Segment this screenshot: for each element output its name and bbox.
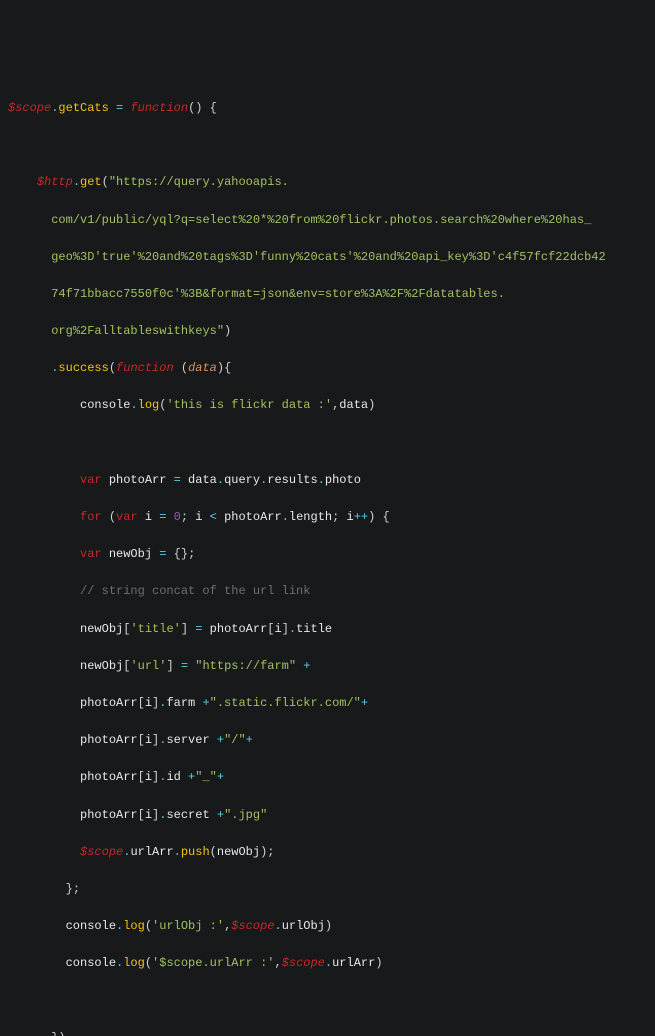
- code-line: [8, 136, 647, 155]
- code-line: // string concat of the url link: [8, 582, 647, 601]
- code-line: newObj['title'] = photoArr[i].title: [8, 620, 647, 639]
- code-line: 74f71bbacc7550f0c'%3B&format=json&env=st…: [8, 285, 647, 304]
- code-line: for (var i = 0; i < photoArr.length; i++…: [8, 508, 647, 527]
- code-line: $http.get("https://query.yahooapis.: [8, 173, 647, 192]
- code-line: $scope.urlArr.push(newObj);: [8, 843, 647, 862]
- code-line: console.log('urlObj :',$scope.urlObj): [8, 917, 647, 936]
- code-line: geo%3D'true'%20and%20tags%3D'funny%20cat…: [8, 248, 647, 267]
- code-line: }): [8, 1029, 647, 1036]
- scope-var: $scope: [8, 101, 51, 115]
- code-line: var photoArr = data.query.results.photo: [8, 471, 647, 490]
- method-getCats: getCats: [58, 101, 108, 115]
- code-line: [8, 434, 647, 453]
- code-line: newObj['url'] = "https://farm" +: [8, 657, 647, 676]
- code-line: org%2Falltableswithkeys"): [8, 322, 647, 341]
- code-line: photoArr[i].secret +".jpg": [8, 806, 647, 825]
- code-line: var newObj = {};: [8, 545, 647, 564]
- code-line: photoArr[i].farm +".static.flickr.com/"+: [8, 694, 647, 713]
- comment: // string concat of the url link: [80, 584, 310, 598]
- code-line: console.log('$scope.urlArr :',$scope.url…: [8, 954, 647, 973]
- code-line: photoArr[i].server +"/"+: [8, 731, 647, 750]
- http-var: $http: [37, 175, 73, 189]
- code-line: [8, 991, 647, 1010]
- code-line: };: [8, 880, 647, 899]
- code-line: $scope.getCats = function() {: [8, 99, 647, 118]
- code-line: console.log('this is flickr data :',data…: [8, 396, 647, 415]
- url-string: "https://query.yahooapis.: [109, 175, 289, 189]
- code-line: com/v1/public/yql?q=select%20*%20from%20…: [8, 211, 647, 230]
- code-editor: $scope.getCats = function() { $http.get(…: [8, 80, 647, 1036]
- code-line: photoArr[i].id +"_"+: [8, 768, 647, 787]
- code-line: .success(function (data){: [8, 359, 647, 378]
